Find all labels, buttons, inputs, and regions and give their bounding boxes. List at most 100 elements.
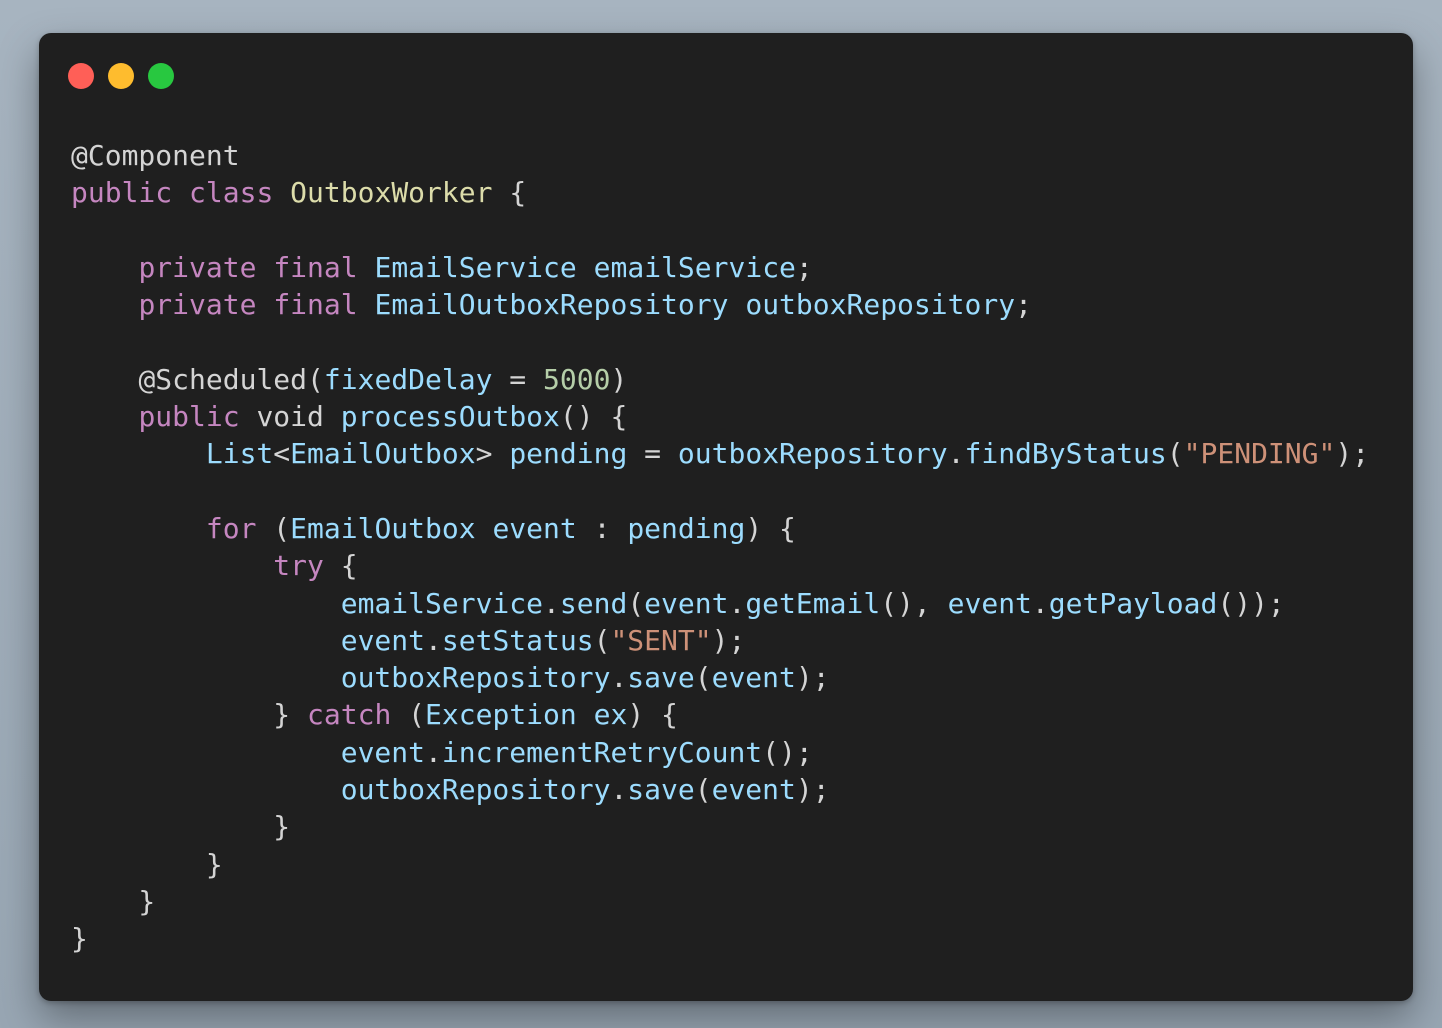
code-line: outboxRepository.save(event); bbox=[71, 771, 1369, 808]
code-token-ident: event bbox=[340, 623, 426, 657]
code-token-punct: () { bbox=[559, 400, 628, 434]
code-token-class: OutboxWorker bbox=[290, 176, 493, 210]
code-token-punct: = bbox=[492, 362, 544, 396]
code-token-ident: emailService bbox=[593, 250, 796, 284]
code-token-keyword: public bbox=[138, 400, 240, 434]
code-token-punct: ) { bbox=[627, 698, 678, 732]
code-token-type: Exception bbox=[425, 698, 577, 732]
code-token-keyword: class bbox=[189, 176, 274, 210]
code-line: event.setStatus("SENT"); bbox=[71, 622, 1369, 659]
code-token-method: save bbox=[627, 773, 695, 807]
code-token-method: send bbox=[559, 586, 628, 620]
code-token-punct: . bbox=[425, 623, 442, 657]
code-line: private final EmailService emailService; bbox=[71, 249, 1369, 286]
code-token-punct: : bbox=[576, 511, 628, 545]
code-token-ident: event bbox=[711, 773, 796, 807]
code-token-type: EmailService bbox=[374, 250, 577, 284]
minimize-dot-icon[interactable] bbox=[108, 63, 134, 89]
code-token-punct: ); bbox=[711, 623, 746, 657]
maximize-dot-icon[interactable] bbox=[148, 63, 174, 89]
code-token-method: incrementRetryCount bbox=[441, 735, 763, 769]
code-token-keyword: for bbox=[205, 511, 257, 545]
code-line: outboxRepository.save(event); bbox=[71, 659, 1369, 696]
code-line: } bbox=[71, 883, 1369, 920]
code-token-punct: > bbox=[475, 437, 493, 471]
code-token-keyword: final bbox=[273, 288, 358, 322]
code-token-keyword: private bbox=[138, 250, 257, 284]
code-token-keyword: catch bbox=[307, 698, 392, 732]
code-token-punct: ) { bbox=[745, 511, 796, 545]
code-token-punct: ); bbox=[795, 661, 830, 695]
code-token-ident: emailService bbox=[340, 586, 544, 620]
code-token-punct: } bbox=[71, 922, 88, 956]
code-token-punct: } bbox=[71, 810, 291, 844]
code-token-method: setStatus bbox=[441, 623, 594, 657]
code-token-punct: = bbox=[627, 437, 678, 471]
code-line: } bbox=[71, 846, 1369, 883]
code-token-punct: (), bbox=[880, 586, 948, 620]
close-dot-icon[interactable] bbox=[68, 63, 94, 89]
code-token-ident: event bbox=[947, 586, 1032, 620]
code-token-ident: fixedDelay bbox=[323, 362, 493, 396]
code-token-ident: outboxRepository bbox=[340, 661, 611, 695]
code-block: @Component public class OutboxWorker { pr… bbox=[71, 137, 1369, 958]
code-token-punct: ); bbox=[1335, 437, 1370, 471]
code-token-type: EmailOutboxRepository bbox=[374, 288, 729, 322]
code-token-punct: . bbox=[543, 586, 560, 620]
code-token-ident: outboxRepository bbox=[677, 437, 948, 471]
code-token-ident: event bbox=[340, 735, 426, 769]
code-line: @Component bbox=[71, 137, 1369, 174]
code-token-plain: void bbox=[256, 400, 324, 434]
code-line: emailService.send(event.getEmail(), even… bbox=[71, 585, 1369, 622]
code-line: } catch (Exception ex) { bbox=[71, 696, 1369, 733]
code-token-ident: event bbox=[492, 511, 577, 545]
code-token-ident: event bbox=[711, 661, 796, 695]
code-token-string: "SENT" bbox=[610, 623, 712, 657]
code-token-ident: pending bbox=[627, 511, 746, 545]
code-token-punct: . bbox=[610, 773, 628, 807]
code-line: @Scheduled(fixedDelay = 5000) bbox=[71, 361, 1369, 398]
code-line: private final EmailOutboxRepository outb… bbox=[71, 286, 1369, 323]
code-line: event.incrementRetryCount(); bbox=[71, 734, 1369, 771]
window-controls bbox=[68, 63, 174, 89]
code-token-punct: { bbox=[492, 176, 527, 210]
code-token-punct: ( bbox=[694, 661, 712, 695]
code-token-punct: ) bbox=[610, 362, 628, 396]
code-token-annotation: @Scheduled bbox=[138, 362, 308, 396]
code-token-punct: ( bbox=[256, 511, 291, 545]
code-line: List<EmailOutbox> pending = outboxReposi… bbox=[71, 435, 1369, 472]
code-token-ident: pending bbox=[509, 437, 628, 471]
code-token-number: 5000 bbox=[543, 362, 611, 396]
code-token-type: List bbox=[205, 437, 274, 471]
code-token-ident: outboxRepository bbox=[745, 288, 1016, 322]
code-token-punct: (); bbox=[762, 735, 813, 769]
code-token-method: findByStatus bbox=[964, 437, 1167, 471]
code-token-method: processOutbox bbox=[340, 400, 560, 434]
code-line: public class OutboxWorker { bbox=[71, 174, 1369, 211]
code-line: try { bbox=[71, 547, 1369, 584]
code-token-punct: } bbox=[71, 698, 308, 732]
code-token-keyword: try bbox=[273, 549, 324, 583]
